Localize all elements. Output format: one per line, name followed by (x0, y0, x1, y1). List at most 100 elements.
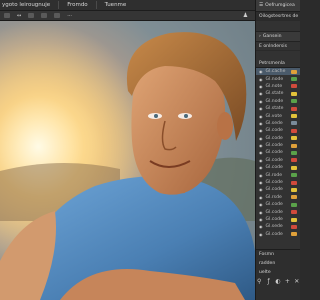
visibility-eye-icon[interactable]: ◉ (259, 158, 263, 163)
mode-icon[interactable] (28, 13, 35, 18)
panel-tab[interactable]: ☰ Oefrumgicea (256, 0, 300, 12)
visibility-eye-icon[interactable]: ◉ (259, 77, 263, 82)
chevron-right-icon: › (259, 34, 261, 39)
visibility-eye-icon[interactable]: ◉ (259, 136, 263, 141)
layer-name: Gl.code (265, 180, 283, 186)
layer-color-swatch (291, 158, 297, 163)
visibility-eye-icon[interactable]: ◉ (259, 121, 263, 126)
general-sub-label: E onlndersis (259, 43, 287, 49)
layer-row[interactable]: ◉ Gl.code (256, 216, 300, 223)
layer-row[interactable]: ◉ Gl.sede (256, 223, 300, 230)
layer-row[interactable]: ◉ Gl.vote (256, 112, 300, 119)
layer-row[interactable]: ◉ Gl.code (256, 135, 300, 142)
visibility-eye-icon[interactable]: ◉ (259, 128, 263, 133)
document-title[interactable]: ygoto leirougnuje (2, 2, 50, 8)
layer-row[interactable]: ◉ Gl.state (256, 90, 300, 97)
layer-row[interactable]: ◉ Gl.code (256, 208, 300, 215)
layer-name: Gl.code (265, 202, 283, 208)
visibility-eye-icon[interactable]: ◉ (259, 210, 263, 215)
layer-color-swatch (291, 210, 297, 215)
layer-name: Gl.state (265, 106, 284, 112)
layer-row[interactable]: ◉ Gl.code (256, 201, 300, 208)
layer-name: Gl.state (265, 91, 284, 97)
layer-name: Gl.cache (265, 69, 286, 75)
layer-row[interactable]: ◉ Gl.code (256, 157, 300, 164)
layer-row[interactable]: ◉ Gl.rode (256, 171, 300, 178)
layer-name: Gl.sede (265, 224, 283, 230)
menu-tab-fromdo[interactable]: Fromdo (67, 2, 87, 8)
layer-row[interactable]: ◉ Gl.code (256, 231, 300, 238)
visibility-eye-icon[interactable]: ◉ (259, 232, 263, 237)
layer-name: Gl.code (265, 187, 283, 193)
layer-color-swatch (291, 136, 297, 141)
layer-row[interactable]: ◉ Gl.rsde (256, 194, 300, 201)
tool-preset-icon[interactable] (4, 13, 10, 18)
add-layer-icon[interactable]: + (284, 278, 290, 285)
layer-name: Gl.code (265, 209, 283, 215)
panel-header-text: Oilogstesrtres de (259, 13, 299, 19)
layer-name: Gl.code (265, 150, 283, 156)
visibility-eye-icon[interactable]: ◉ (259, 84, 263, 89)
panel-spacer-2 (256, 51, 300, 59)
visibility-eye-icon[interactable]: ◉ (259, 173, 263, 178)
layer-color-swatch (291, 106, 297, 111)
visibility-eye-icon[interactable]: ◉ (259, 106, 263, 111)
layer-row[interactable]: ◉ Gl.code (256, 186, 300, 193)
link-icon[interactable]: ⚲ (256, 278, 262, 285)
footer-label-row: Fosmn (256, 250, 300, 259)
layers-title: Petrsmenla (259, 60, 285, 66)
layer-color-swatch (291, 195, 297, 200)
panel-footer: Fosmn radden uelte ⚲ ƒ ◐ + ✕ (256, 249, 300, 300)
person-icon[interactable]: ♟ (242, 12, 249, 19)
transform-icon[interactable]: ↔ (17, 13, 21, 19)
visibility-eye-icon[interactable]: ◉ (259, 99, 263, 104)
layer-color-swatch (291, 232, 297, 237)
align-icon[interactable] (41, 13, 48, 18)
layer-color-swatch (291, 128, 297, 133)
image-canvas[interactable] (0, 21, 255, 300)
visibility-eye-icon[interactable]: ◉ (259, 91, 263, 96)
general-subrow: E onlndersis (256, 42, 300, 51)
layer-row[interactable]: ◉ Gl.code (256, 142, 300, 149)
distribute-icon[interactable] (54, 13, 61, 18)
layer-name: Gl.rsde (265, 194, 282, 200)
layer-row[interactable]: ◉ Gl.node (256, 75, 300, 82)
visibility-eye-icon[interactable]: ◉ (259, 202, 263, 207)
visibility-eye-icon[interactable]: ◉ (259, 150, 263, 155)
section-general[interactable]: › Gansein (256, 31, 300, 42)
layer-row[interactable]: ◉ Gl.note (256, 83, 300, 90)
footer-label: Fosmn (259, 252, 275, 257)
visibility-eye-icon[interactable]: ◉ (259, 187, 263, 192)
layer-name: Gl.note (265, 83, 283, 89)
visibility-eye-icon[interactable]: ◉ (259, 143, 263, 148)
more-options-icon[interactable]: ⋯ (67, 13, 72, 19)
layer-row[interactable]: ◉ Gl.code (256, 179, 300, 186)
layer-row[interactable]: ◉ Gl.cache (256, 68, 300, 76)
layer-name: Gl.code (265, 135, 283, 141)
layer-row[interactable]: ◉ Gl.sede (256, 120, 300, 127)
layer-name: Gl.rode (265, 172, 283, 178)
layer-row[interactable]: ◉ Gl.code (256, 127, 300, 134)
layer-row[interactable]: ◉ Gl.node (256, 98, 300, 105)
visibility-eye-icon[interactable]: ◉ (259, 195, 263, 200)
layer-row[interactable]: ◉ Gl.code (256, 149, 300, 156)
visibility-eye-icon[interactable]: ◉ (259, 69, 263, 74)
layer-name: Gl.code (265, 128, 283, 134)
app-window: ygoto leirougnuje Fromdo Tuenme ▭ × ↔ ⋯ … (0, 0, 300, 300)
mask-icon[interactable]: ◐ (275, 278, 281, 285)
layer-row[interactable]: ◉ Gl.state (256, 105, 300, 112)
visibility-eye-icon[interactable]: ◉ (259, 165, 263, 170)
layer-name: Gl.code (265, 231, 283, 237)
visibility-eye-icon[interactable]: ◉ (259, 217, 263, 222)
visibility-eye-icon[interactable]: ◉ (259, 180, 263, 185)
panel-title: Oefrumgicea (265, 3, 295, 8)
layer-row[interactable]: ◉ Gl.code (256, 164, 300, 171)
fx-icon[interactable]: ƒ (265, 278, 271, 285)
layer-color-swatch (291, 114, 297, 119)
menu-tab-tuenme[interactable]: Tuenme (105, 2, 127, 8)
visibility-eye-icon[interactable]: ◉ (259, 114, 263, 119)
trash-icon[interactable]: ✕ (294, 278, 300, 285)
section-general-label: Gansein (262, 34, 282, 39)
divider (58, 1, 60, 9)
visibility-eye-icon[interactable]: ◉ (259, 224, 263, 229)
